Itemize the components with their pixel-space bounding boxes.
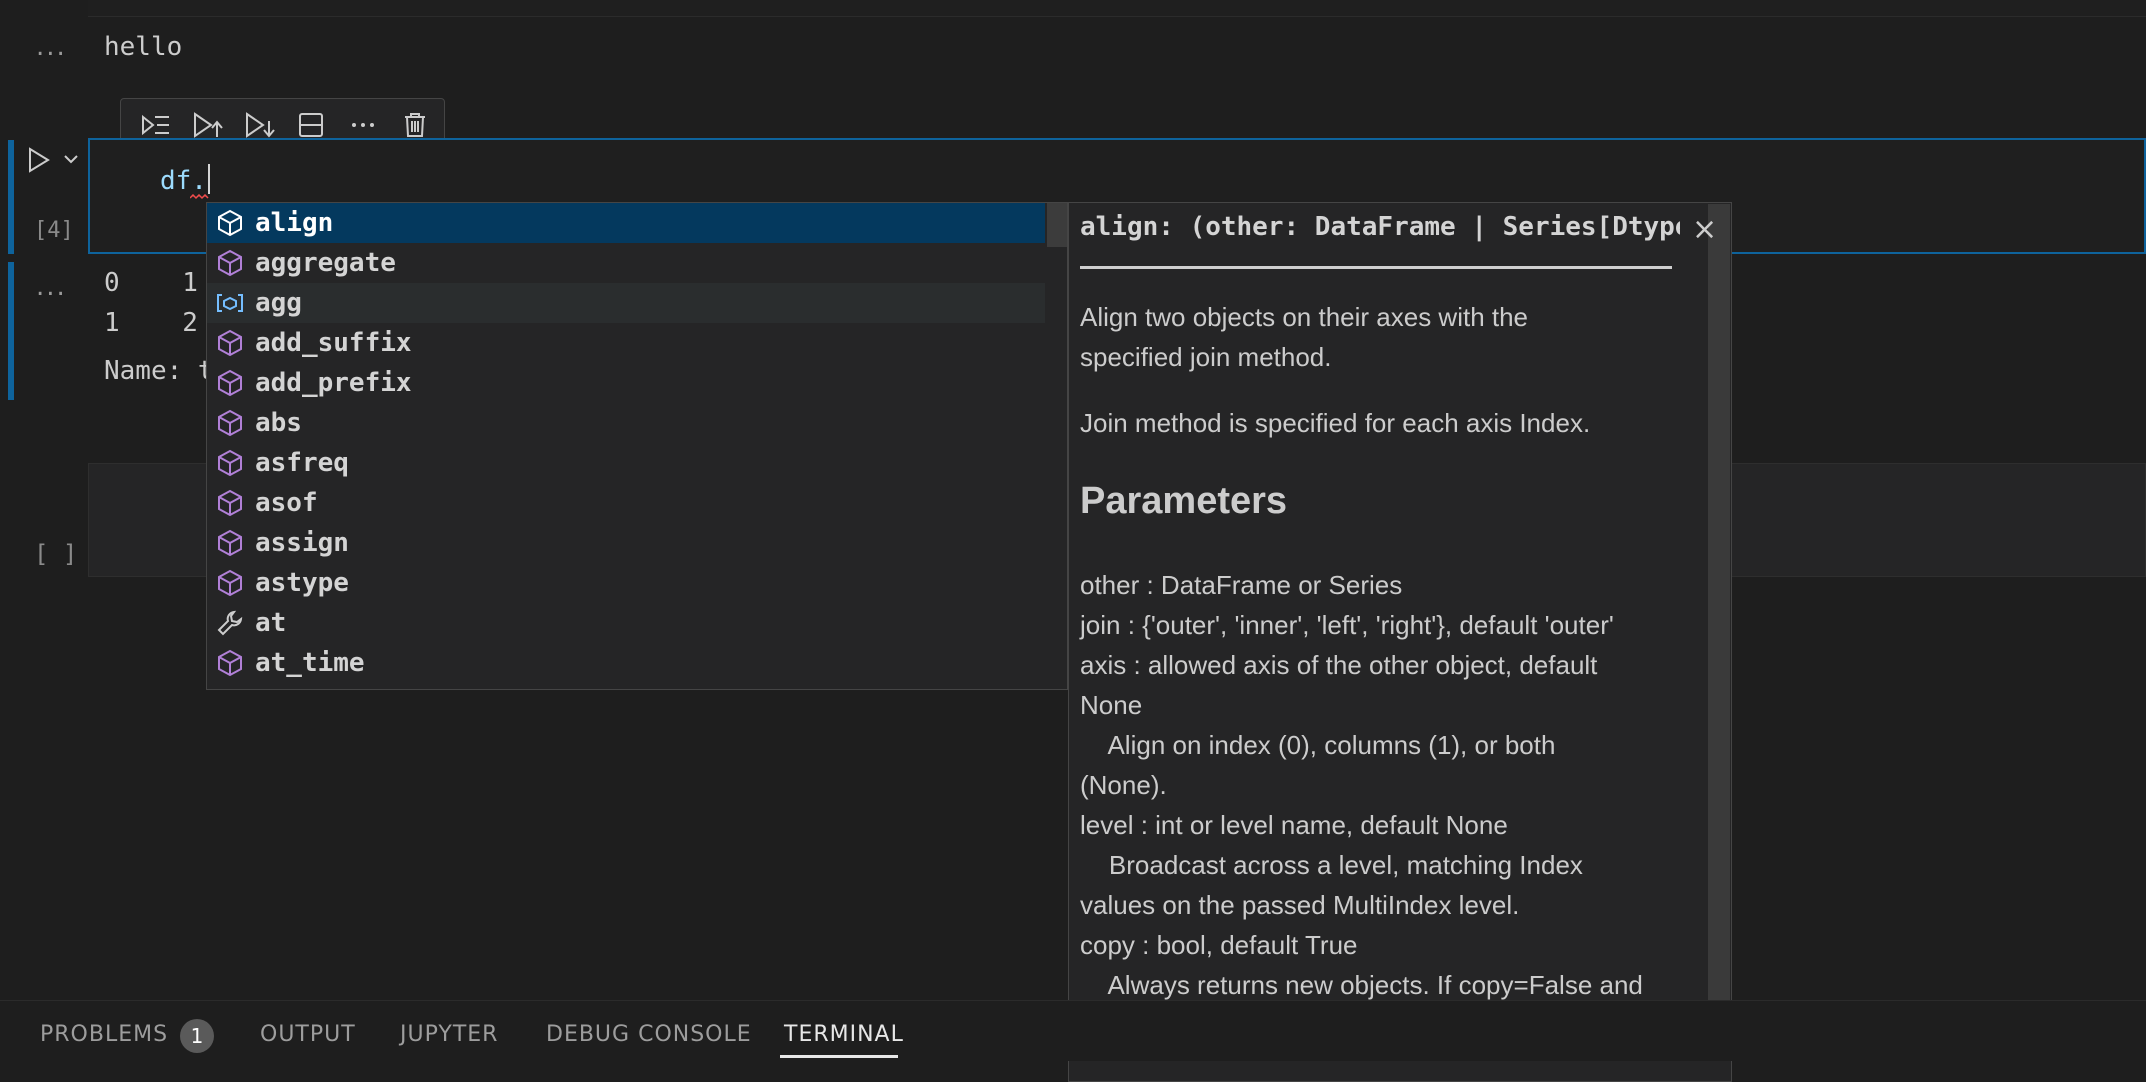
suggest-item-label: add_prefix — [255, 368, 412, 398]
details-param-line: other : DataFrame or Series — [1080, 570, 1403, 600]
suggest-item-add-suffix[interactable]: add_suffix — [207, 323, 1045, 363]
ellipsis-icon — [352, 123, 374, 127]
cube-method-icon — [215, 648, 245, 678]
cube-method-icon — [215, 488, 245, 518]
suggest-item-add-prefix[interactable]: add_prefix — [207, 363, 1045, 403]
active-tab-indicator — [780, 1055, 898, 1058]
suggest-item-at-time[interactable]: at_time — [207, 643, 1045, 683]
cell-output-text: hello — [104, 32, 183, 62]
suggest-item-label: abs — [255, 408, 302, 438]
output-line-2: Name: t — [104, 356, 214, 386]
suggest-item-label: astype — [255, 568, 349, 598]
cube-method-icon — [215, 408, 245, 438]
suggest-item-label: agg — [255, 288, 302, 318]
details-param-line: None — [1080, 690, 1143, 720]
suggest-item-label: asfreq — [255, 448, 349, 478]
details-param-line: join : {'outer', 'inner', 'left', 'right… — [1080, 610, 1614, 640]
details-param-line: level : int or level name, default None — [1080, 810, 1508, 840]
details-signature: align: (other: DataFrame | Series[Dtype@ — [1080, 212, 1680, 242]
details-close-button[interactable]: × — [1692, 212, 1717, 247]
execution-count: [4] — [34, 218, 74, 243]
variable-icon — [215, 288, 245, 318]
suggest-item-label: asof — [255, 488, 318, 518]
suggest-item-asfreq[interactable]: asfreq — [207, 443, 1045, 483]
suggest-item-label: assign — [255, 528, 349, 558]
suggest-item-asof[interactable]: asof — [207, 483, 1045, 523]
details-description-line-1: Align two objects on their axes with the — [1080, 302, 1529, 332]
suggest-item-abs[interactable]: abs — [207, 403, 1045, 443]
close-icon: × — [1692, 212, 1718, 247]
run-by-line-icon — [142, 114, 169, 136]
output-line-1: 1 2 — [104, 308, 198, 338]
details-description-line-2: specified join method. — [1080, 342, 1332, 372]
suggest-item-aggregate[interactable]: aggregate — [207, 243, 1045, 283]
output-focus-indicator — [8, 262, 14, 400]
details-heading: Parameters — [1080, 480, 1288, 522]
cube-method-icon — [215, 368, 245, 398]
cell-focus-indicator — [8, 140, 14, 254]
details-param-line: Broadcast across a level, matching Index — [1080, 850, 1583, 880]
chevron-down-icon — [64, 155, 78, 164]
tab-terminal[interactable]: TERMINAL — [784, 1022, 904, 1047]
cube-method-icon — [215, 528, 245, 558]
text-cursor — [207, 164, 210, 194]
suggest-item-label: aggregate — [255, 248, 396, 278]
details-param-line: axis : allowed axis of the other object,… — [1080, 650, 1598, 680]
suggest-item-agg[interactable]: agg — [207, 283, 1045, 323]
run-cell-button[interactable] — [26, 146, 52, 178]
code-text: df. — [160, 166, 207, 196]
details-description-2: Join method is specified for each axis I… — [1080, 408, 1591, 438]
output-line-0: 0 1 — [104, 268, 198, 298]
details-scrollbar[interactable] — [1708, 204, 1730, 1060]
cube-method-icon — [215, 208, 245, 238]
tab-debug-console[interactable]: DEBUG CONSOLE — [546, 1022, 752, 1047]
execute-above-icon — [194, 112, 223, 138]
cube-method-icon — [215, 448, 245, 478]
split-cell-icon — [299, 113, 323, 137]
details-param-line: copy : bool, default True — [1080, 930, 1358, 960]
play-icon — [29, 147, 50, 173]
suggest-item-align[interactable]: align — [207, 203, 1045, 243]
suggest-item-astype[interactable]: astype — [207, 563, 1045, 603]
trash-icon — [405, 113, 425, 137]
wrench-property-icon — [215, 608, 245, 638]
suggest-item-label: at — [255, 608, 287, 638]
output-collapse-dots[interactable]: ... — [36, 32, 67, 62]
suggest-scrollbar[interactable] — [1047, 203, 1067, 247]
tab-jupyter[interactable]: JUPYTER — [400, 1022, 498, 1047]
suggest-item-at[interactable]: at — [207, 603, 1045, 643]
suggest-item-label: add_suffix — [255, 328, 412, 358]
tab-problems[interactable]: PROBLEMS — [40, 1022, 168, 1047]
execute-below-icon — [246, 112, 275, 138]
details-param-line: values on the passed MultiIndex level. — [1080, 890, 1520, 920]
cube-method-icon — [215, 328, 245, 358]
details-param-line: Always returns new objects. If copy=Fals… — [1080, 970, 1643, 1000]
cube-method-icon — [215, 248, 245, 278]
suggest-item-label: align — [255, 208, 334, 238]
error-squiggle — [190, 194, 209, 200]
details-divider — [1080, 266, 1672, 269]
tab-output[interactable]: OUTPUT — [260, 1022, 356, 1047]
suggest-widget: align aggregate agg add_suffix add_prefixabs… — [206, 202, 1068, 690]
suggest-item-label: at_time — [255, 648, 365, 678]
output-collapse-dots-2[interactable]: ... — [36, 272, 67, 302]
run-options-dropdown[interactable] — [62, 150, 80, 172]
details-param-line: (None). — [1080, 770, 1167, 800]
details-param-line: Align on index (0), columns (1), or both — [1080, 730, 1556, 760]
problems-count-badge: 1 — [180, 1019, 214, 1053]
empty-execution-count: [ ] — [34, 540, 78, 568]
code-line[interactable]: df. — [160, 164, 210, 196]
cube-method-icon — [215, 568, 245, 598]
suggest-item-assign[interactable]: assign — [207, 523, 1045, 563]
previous-cell-editor[interactable] — [88, 0, 2146, 17]
